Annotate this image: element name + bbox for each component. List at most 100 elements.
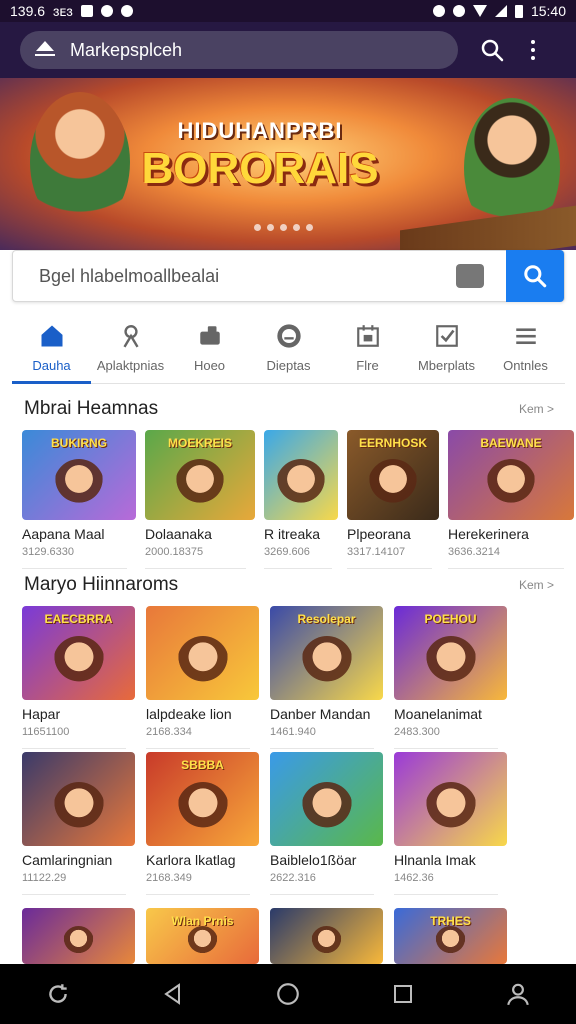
tab-2[interactable]: Aplaktpnias [91, 318, 170, 383]
app-meta: 1461.940 [270, 726, 316, 738]
games-icon [196, 322, 224, 350]
apps-icon [117, 322, 145, 350]
app-card[interactable]: Resolepar Danber Mandan 1461.940 [270, 606, 383, 749]
app-thumbnail[interactable] [270, 752, 383, 846]
tab-4[interactable]: Dieptas [249, 318, 328, 383]
hero-title-line2: BORORAIS [141, 144, 379, 193]
battery-icon [514, 4, 523, 18]
tab-5[interactable]: Flre [328, 318, 407, 383]
browser-search-button[interactable] [472, 30, 512, 70]
app-card[interactable]: POEHOU Moanelanimat 2483.300 [394, 606, 507, 749]
app-thumbnail[interactable]: BAEWANE [448, 430, 574, 520]
app-card[interactable]: R itreaka 3269.606 [264, 430, 338, 569]
app-thumbnail[interactable] [270, 908, 383, 964]
app-card[interactable]: Hlnanla Imak 1462.36 [394, 752, 507, 895]
app-thumbnail[interactable]: TRHES [394, 908, 507, 964]
app-name[interactable]: Karlora lkatlag [146, 852, 259, 868]
app-card[interactable]: SBBBA Karlora lkatlag 2168.349 [146, 752, 259, 895]
app-meta: 3636.3214 [448, 546, 500, 558]
tab-7[interactable]: Ontnles [486, 318, 565, 383]
app-card[interactable]: Wlan Prnis [146, 908, 259, 964]
app-thumbnail[interactable] [264, 430, 338, 520]
account-button[interactable] [498, 974, 538, 1014]
calendar-icon [354, 322, 382, 350]
see-more-link[interactable]: Kem > [519, 402, 554, 416]
section-title: Mbrai Heamnas [24, 398, 159, 419]
image-search-button[interactable] [450, 256, 490, 296]
back-button[interactable] [153, 974, 193, 1014]
app-name[interactable]: Moanelanimat [394, 706, 507, 722]
app-name[interactable]: Camlaringnian [22, 852, 135, 868]
app-name[interactable]: Herekerinera [448, 526, 574, 542]
see-more-link[interactable]: Kem > [519, 578, 554, 592]
app-card[interactable]: TRHES [394, 908, 507, 964]
app-card[interactable]: Camlaringnian 11122.29 [22, 752, 135, 895]
search-submit-button[interactable] [506, 250, 564, 302]
app-name[interactable]: Plpeorana [347, 526, 439, 542]
app-name[interactable]: Baiblelo1ßöar [270, 852, 383, 868]
app-thumbnail[interactable]: EERNHOSK [347, 430, 439, 520]
app-name[interactable]: Aapana Maal [22, 526, 136, 542]
carousel-dot[interactable] [267, 224, 274, 231]
store-search-input[interactable]: Bgel hlabelmoallbealai [13, 266, 450, 287]
app-card[interactable]: lalpdeake lion 2168.334 [146, 606, 259, 749]
app-meta: 3317.14107 [347, 546, 406, 558]
app-name[interactable]: Danber Mandan [270, 706, 383, 722]
app-thumbnail[interactable]: Resolepar [270, 606, 383, 700]
app-name[interactable]: lalpdeake lion [146, 706, 259, 722]
tab-6[interactable]: Mberplats [407, 318, 486, 383]
app-thumbnail[interactable]: MOEKREIS [145, 430, 255, 520]
card-divider [270, 748, 374, 749]
app-thumbnail[interactable]: EAECBRRA [22, 606, 135, 700]
app-card[interactable]: BUKIRNG Aapana Maal 3129.6330 [22, 430, 136, 569]
app-thumbnail[interactable] [146, 606, 259, 700]
app-thumbnail[interactable]: SBBBA [146, 752, 259, 846]
app-card[interactable]: EAECBRRA Hapar 11651100 [22, 606, 135, 749]
url-bar[interactable]: Markepsplceh [20, 31, 458, 69]
app-name[interactable]: Hapar [22, 706, 135, 722]
app-card[interactable]: MOEKREIS Dolaanaka 2000.18375 [145, 430, 255, 569]
thumbnail-title: BUKIRNG [51, 436, 107, 450]
app-meta: 11122.29 [22, 872, 67, 884]
app-thumbnail[interactable] [394, 752, 507, 846]
refresh-button[interactable] [38, 974, 78, 1014]
app-card[interactable]: EERNHOSK Plpeorana 3317.14107 [347, 430, 439, 569]
home-icon[interactable] [34, 39, 56, 61]
recents-button[interactable] [383, 974, 423, 1014]
tab-3[interactable]: Hoeo [170, 318, 249, 383]
clock-icon [120, 5, 133, 17]
app-name[interactable]: R itreaka [264, 526, 338, 542]
carousel-dot[interactable] [306, 224, 313, 231]
app-thumbnail[interactable]: POEHOU [394, 606, 507, 700]
app-thumbnail[interactable] [22, 908, 135, 964]
app-meta: 2168.334 [146, 726, 192, 738]
tab-1[interactable]: Dauha [12, 318, 91, 384]
app-meta: 2483.300 [394, 726, 440, 738]
store-search-bar: Bgel hlabelmoallbealai [12, 250, 565, 302]
thumbnail-title: SBBBA [181, 758, 224, 772]
home-button[interactable] [268, 974, 308, 1014]
character-art [368, 459, 418, 509]
card-divider [146, 894, 250, 895]
app-meta: 2622.316 [270, 872, 316, 884]
carousel-dot[interactable] [254, 224, 261, 231]
carousel-dot[interactable] [293, 224, 300, 231]
system-nav-bar [0, 964, 576, 1024]
app-name[interactable]: Dolaanaka [145, 526, 255, 542]
character-art [301, 782, 353, 834]
back-icon [164, 983, 180, 1005]
app-name[interactable]: Hlnanla Imak [394, 852, 507, 868]
app-card[interactable]: BAEWANE Herekerinera 3636.3214 [448, 430, 574, 569]
app-thumbnail[interactable] [22, 752, 135, 846]
app-card[interactable] [270, 908, 383, 964]
app-thumbnail[interactable]: Wlan Prnis [146, 908, 259, 964]
section-title: Maryo Hiinnaroms [24, 574, 179, 595]
card-divider [146, 748, 250, 749]
character-art [177, 636, 229, 688]
app-card[interactable] [22, 908, 135, 964]
carousel-dot[interactable] [280, 224, 287, 231]
app-card[interactable]: Baiblelo1ßöar 2622.316 [270, 752, 383, 895]
overflow-menu-button[interactable] [518, 30, 548, 70]
character-art [425, 782, 477, 834]
app-thumbnail[interactable]: BUKIRNG [22, 430, 136, 520]
